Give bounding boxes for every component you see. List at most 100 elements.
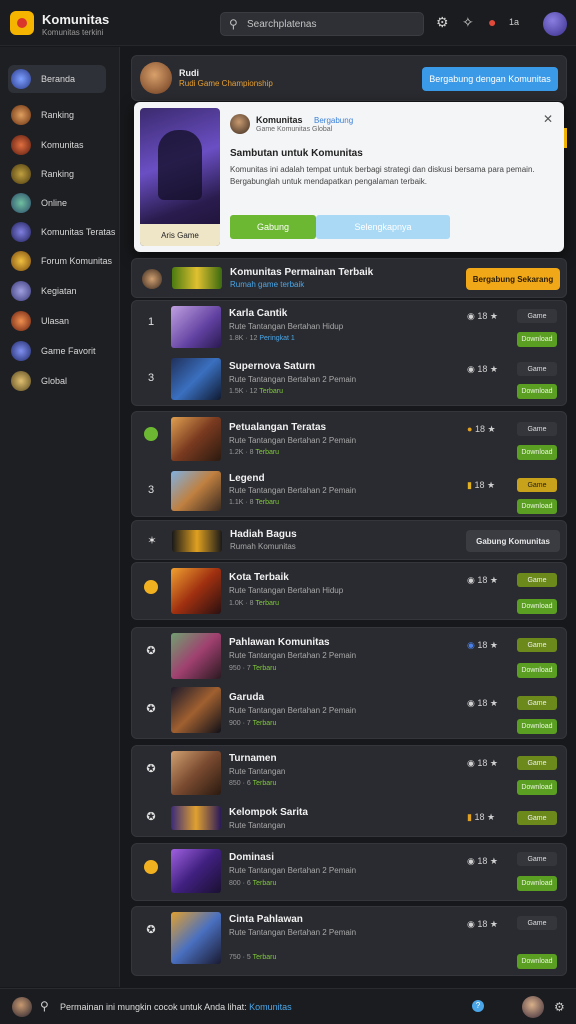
settings-icon[interactable]: ⚙ (436, 14, 449, 31)
globe-icon: ◉ (467, 856, 475, 866)
search-icon: ⚲ (229, 17, 238, 31)
sidebar-item-online[interactable]: Online (8, 189, 106, 217)
popup-more-button[interactable]: Selengkapnya (316, 215, 450, 239)
group-avatar (142, 269, 162, 289)
download-button[interactable]: Download (517, 780, 557, 795)
close-icon[interactable]: ✕ (543, 112, 553, 126)
globe-icon: ◉ (467, 758, 475, 768)
star-icon: ★ (489, 640, 498, 650)
trophy-icon (11, 164, 31, 184)
game-tag: Game (517, 916, 557, 930)
globe-icon: ◉ (467, 575, 475, 585)
group-join-button[interactable]: Bergabung Sekarang (466, 268, 560, 290)
game-thumbnail (171, 471, 221, 511)
game-thumbnail (171, 687, 221, 733)
group-subtitle: Rumah Komunitas (230, 542, 296, 551)
download-button[interactable]: Download (517, 599, 557, 614)
recommendation-link[interactable]: Komunitas (249, 1002, 292, 1012)
player-count: 18 (477, 856, 488, 866)
game-thumbnail (171, 358, 221, 400)
notification-icon[interactable]: ● (488, 14, 496, 30)
sidebar-item-label: Game Favorit (41, 346, 96, 356)
star-icon: ★ (489, 758, 498, 768)
join-community-button[interactable]: Bergabung dengan Komunitas (422, 67, 558, 91)
download-button[interactable]: Download (517, 445, 557, 460)
app-logo[interactable] (10, 11, 34, 35)
game-stats-highlight: Terbaru (259, 388, 283, 395)
game-thumbnail (171, 568, 221, 614)
globe-icon: ◉ (467, 311, 475, 321)
rank-star-icon: ✪ (146, 645, 156, 657)
settings-icon[interactable]: ⚙ (554, 1000, 565, 1014)
download-button[interactable]: Download (517, 384, 557, 399)
game-stats-highlight: Terbaru (252, 780, 277, 787)
user-avatar[interactable] (12, 997, 32, 1017)
game-title: Kelompok Sarita (229, 807, 308, 818)
sidebar-item-top-communities[interactable]: Komunitas Teratas (8, 218, 115, 246)
group-join-button[interactable]: Gabung Komunitas (466, 530, 560, 552)
download-button[interactable]: Download (517, 719, 557, 734)
game-tag: Game (517, 362, 557, 376)
help-icon[interactable]: ? (472, 1000, 484, 1012)
game-tag: Game (517, 852, 557, 866)
logo-mark (17, 18, 27, 28)
game-title: Dominasi (229, 852, 275, 863)
player-count: 18 (474, 480, 485, 490)
coin-icon: ● (467, 424, 473, 434)
search-input[interactable]: ⚲ Searchplatenas (220, 12, 424, 36)
globe-icon: ◉ (467, 698, 475, 708)
download-button[interactable]: Download (517, 499, 557, 514)
search-placeholder: Searchplatenas (247, 19, 317, 30)
download-button[interactable]: Download (517, 954, 557, 969)
profile-subtitle: Rudi Game Championship (179, 79, 273, 88)
player-count: 18 (477, 575, 488, 585)
rank-number: 3 (147, 372, 155, 384)
game-title: Supernova Saturn (229, 361, 316, 372)
game-stats-highlight: Terbaru (252, 665, 277, 672)
gamepad-icon[interactable]: ✧ (462, 14, 474, 31)
friend-avatar[interactable] (522, 996, 544, 1018)
download-button[interactable]: Download (517, 876, 557, 891)
heart-icon (11, 341, 31, 361)
star-icon (11, 222, 31, 242)
star-icon: ★ (489, 919, 498, 929)
popup-tag[interactable]: Bergabung (314, 116, 353, 125)
user-avatar[interactable] (543, 12, 567, 36)
download-button[interactable]: Download (517, 332, 557, 347)
popup-join-button[interactable]: Gabung (230, 215, 316, 239)
sidebar-item-forum[interactable]: Forum Komunitas (8, 247, 112, 275)
notification-count: 1a (509, 17, 520, 27)
player-count: 18 (477, 640, 488, 650)
group-star-icon: ✶ (147, 535, 157, 547)
sidebar-item-ulasan[interactable]: Ulasan (8, 307, 106, 335)
star-icon: ★ (487, 812, 496, 822)
rank-badge-icon (144, 580, 158, 594)
player-count: 18 (477, 758, 488, 768)
star-icon: ★ (487, 424, 496, 434)
rank-star-icon: ✪ (146, 703, 156, 715)
sidebar-item-kegiatan[interactable]: Kegiatan (8, 277, 106, 305)
game-meta: Rute Tantangan (229, 767, 286, 776)
sidebar-item-global[interactable]: Global (8, 367, 106, 395)
star-icon: ★ (489, 311, 498, 321)
sidebar-item-ranking[interactable]: Ranking (8, 101, 106, 129)
profile-avatar[interactable] (140, 62, 172, 94)
search-icon[interactable]: ⚲ (40, 999, 49, 1013)
rank-star-icon: ✪ (146, 924, 156, 936)
game-stats: 1.8K · 12 (229, 335, 258, 342)
game-stats: 1.2K · 8 (229, 449, 254, 456)
star-icon: ★ (489, 856, 498, 866)
download-button[interactable]: Download (517, 663, 557, 678)
sidebar-item-ranking-2[interactable]: Ranking (8, 160, 106, 188)
group-subtitle: Rumah game terbaik (230, 280, 305, 289)
sidebar-item-favorit[interactable]: Game Favorit (8, 337, 106, 365)
sidebar-item-label: Beranda (41, 74, 76, 84)
sidebar-item-komunitas[interactable]: Komunitas (8, 131, 106, 159)
sidebar-item-beranda[interactable]: Beranda (8, 65, 106, 93)
game-title: Karla Cantik (229, 308, 288, 319)
player-count: 18 (477, 698, 488, 708)
game-tag: Game (517, 696, 557, 710)
player-count: 18 (477, 364, 488, 374)
game-meta: Rute Tantangan Bertahan Hidup (229, 322, 344, 331)
game-meta: Rute Tantangan Bertahan 2 Pemain (229, 436, 357, 445)
